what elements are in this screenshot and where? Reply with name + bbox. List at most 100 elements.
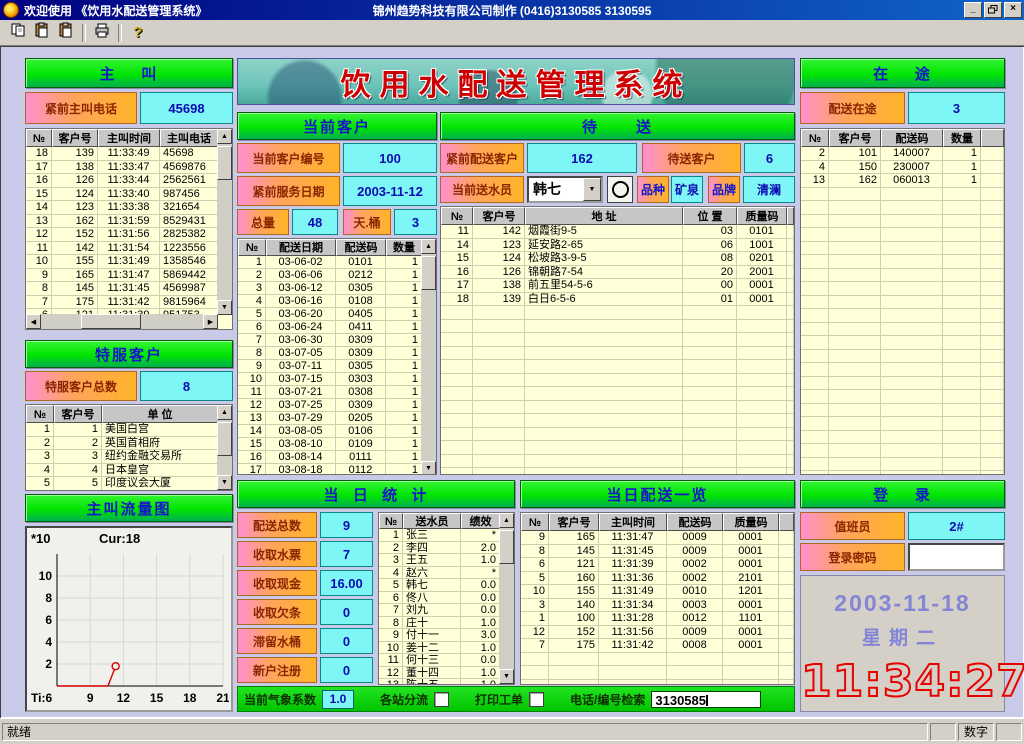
grid-col-header[interactable]: №: [801, 129, 829, 147]
table-row[interactable]: 21011400071: [801, 147, 1004, 161]
table-row[interactable]: 3王五1.0: [379, 554, 500, 567]
table-row[interactable]: 10姜十二1.0: [379, 642, 500, 655]
table-row[interactable]: 1103-07-2103081: [238, 386, 422, 399]
table-row[interactable]: 1612611:33:442562561: [26, 174, 218, 188]
table-row[interactable]: [801, 377, 1004, 391]
grid-col-header[interactable]: 质量码: [737, 207, 787, 225]
station-split-checkbox[interactable]: [434, 692, 449, 707]
table-row[interactable]: [441, 387, 794, 401]
grid-col-header[interactable]: 数量: [943, 129, 981, 147]
table-row[interactable]: 5韩七0.0: [379, 579, 500, 592]
table-row[interactable]: [441, 360, 794, 374]
table-row[interactable]: 17138前五里54-5-6000001: [441, 279, 794, 293]
table-row[interactable]: 903-07-1103051: [238, 360, 422, 373]
table-row[interactable]: [801, 255, 1004, 269]
table-row[interactable]: [441, 441, 794, 455]
table-row[interactable]: [801, 188, 1004, 202]
scrollbar-track[interactable]: [421, 254, 436, 461]
chevron-down-icon[interactable]: ▼: [583, 178, 601, 201]
copy-button[interactable]: [6, 22, 30, 44]
table-row[interactable]: [441, 414, 794, 428]
table-row[interactable]: 203-06-0602121: [238, 269, 422, 282]
table-row[interactable]: 110011:31:2800121101: [521, 612, 794, 626]
scrollbar-track[interactable]: [217, 420, 232, 475]
table-row[interactable]: [801, 390, 1004, 404]
table-row[interactable]: 314011:31:3400030001: [521, 599, 794, 613]
table-row[interactable]: 13陈十五1.0: [379, 679, 500, 684]
table-row[interactable]: 803-07-0503091: [238, 347, 422, 360]
scrollbar-thumb[interactable]: [217, 422, 232, 456]
table-row[interactable]: 22英国首相府: [26, 437, 218, 451]
table-row[interactable]: 11何十三0.0: [379, 654, 500, 667]
table-row[interactable]: 916511:31:4700090001: [521, 531, 794, 545]
grid-col-header[interactable]: 主叫时间: [599, 513, 667, 531]
table-row[interactable]: [441, 347, 794, 361]
table-row[interactable]: 503-06-2004051: [238, 308, 422, 321]
table-row[interactable]: 1303-07-2902051: [238, 412, 422, 425]
table-row[interactable]: [801, 309, 1004, 323]
table-row[interactable]: 612111:31:3900020001: [521, 558, 794, 572]
table-row[interactable]: 15124松坡路3-9-5080201: [441, 252, 794, 266]
table-row[interactable]: [801, 242, 1004, 256]
table-row[interactable]: 131620600131: [801, 174, 1004, 188]
scroll-left-button[interactable]: ◀: [26, 314, 41, 329]
table-row[interactable]: 6佟八0.0: [379, 592, 500, 605]
paste-button[interactable]: [30, 22, 54, 44]
table-row[interactable]: [441, 428, 794, 442]
grid-col-header[interactable]: 送水员: [403, 513, 461, 529]
paste-special-button[interactable]: [54, 22, 78, 44]
grid-col-header[interactable]: 位 置: [683, 207, 737, 225]
table-row[interactable]: [801, 431, 1004, 445]
table-row[interactable]: 717511:31:4200080001: [521, 639, 794, 653]
table-row[interactable]: 4赵六*: [379, 567, 500, 580]
table-row[interactable]: 403-06-1601081: [238, 295, 422, 308]
table-row[interactable]: 8庄十1.0: [379, 617, 500, 630]
table-row[interactable]: [801, 444, 1004, 458]
close-button[interactable]: ×: [1004, 2, 1022, 18]
table-row[interactable]: 1203-07-2503091: [238, 399, 422, 412]
performance-table-vscrollbar[interactable]: ▲▼: [499, 513, 514, 684]
table-row[interactable]: [801, 417, 1004, 431]
scrollbar-track[interactable]: [217, 144, 232, 300]
table-row[interactable]: [441, 306, 794, 320]
scrollbar-thumb[interactable]: [81, 314, 141, 329]
table-row[interactable]: 516011:31:3600022101: [521, 572, 794, 586]
grid-col-header[interactable]: 客户号: [549, 513, 599, 531]
scroll-up-button[interactable]: ▲: [421, 239, 436, 254]
scrollbar-thumb[interactable]: [499, 530, 514, 564]
table-row[interactable]: 11美国白宫: [26, 423, 218, 437]
scroll-up-button[interactable]: ▲: [499, 513, 514, 528]
table-row[interactable]: 1703-08-1801121: [238, 464, 422, 475]
table-row[interactable]: [801, 323, 1004, 337]
table-row[interactable]: [801, 363, 1004, 377]
grid-col-header[interactable]: 主叫电话: [160, 129, 218, 147]
grid-col-header[interactable]: №: [379, 513, 403, 529]
grid-col-header[interactable]: 绩效: [461, 513, 500, 529]
table-row[interactable]: [441, 468, 794, 474]
table-row[interactable]: [441, 455, 794, 469]
table-row[interactable]: 1403-08-0501061: [238, 425, 422, 438]
grid-col-header[interactable]: №: [26, 405, 54, 423]
table-row[interactable]: 814511:31:454569987: [26, 282, 218, 296]
table-row[interactable]: [801, 471, 1004, 474]
scrollbar-thumb[interactable]: [217, 146, 232, 180]
table-row[interactable]: 1114211:31:541223556: [26, 242, 218, 256]
scrollbar-track[interactable]: [499, 528, 514, 669]
current-table-vscrollbar[interactable]: ▲▼: [421, 239, 436, 475]
table-row[interactable]: [801, 269, 1004, 283]
table-row[interactable]: 55印度议会大厦: [26, 477, 218, 490]
table-row[interactable]: [801, 350, 1004, 364]
table-row[interactable]: [801, 404, 1004, 418]
table-row[interactable]: 1215211:31:5600090001: [521, 626, 794, 640]
scroll-down-button[interactable]: ▼: [421, 461, 436, 475]
circle-button[interactable]: [607, 176, 633, 203]
grid-col-header[interactable]: №: [238, 239, 266, 256]
scroll-down-button[interactable]: ▼: [217, 300, 232, 315]
table-row[interactable]: 1503-08-1001091: [238, 438, 422, 451]
table-row[interactable]: 2李四2.0: [379, 542, 500, 555]
table-row[interactable]: 103-06-0201011: [238, 256, 422, 269]
scrollbar-thumb[interactable]: [421, 256, 436, 290]
grid-col-header[interactable]: 地 址: [525, 207, 683, 225]
grid-col-header[interactable]: 数量: [386, 239, 422, 256]
grid-col-header[interactable]: №: [521, 513, 549, 531]
